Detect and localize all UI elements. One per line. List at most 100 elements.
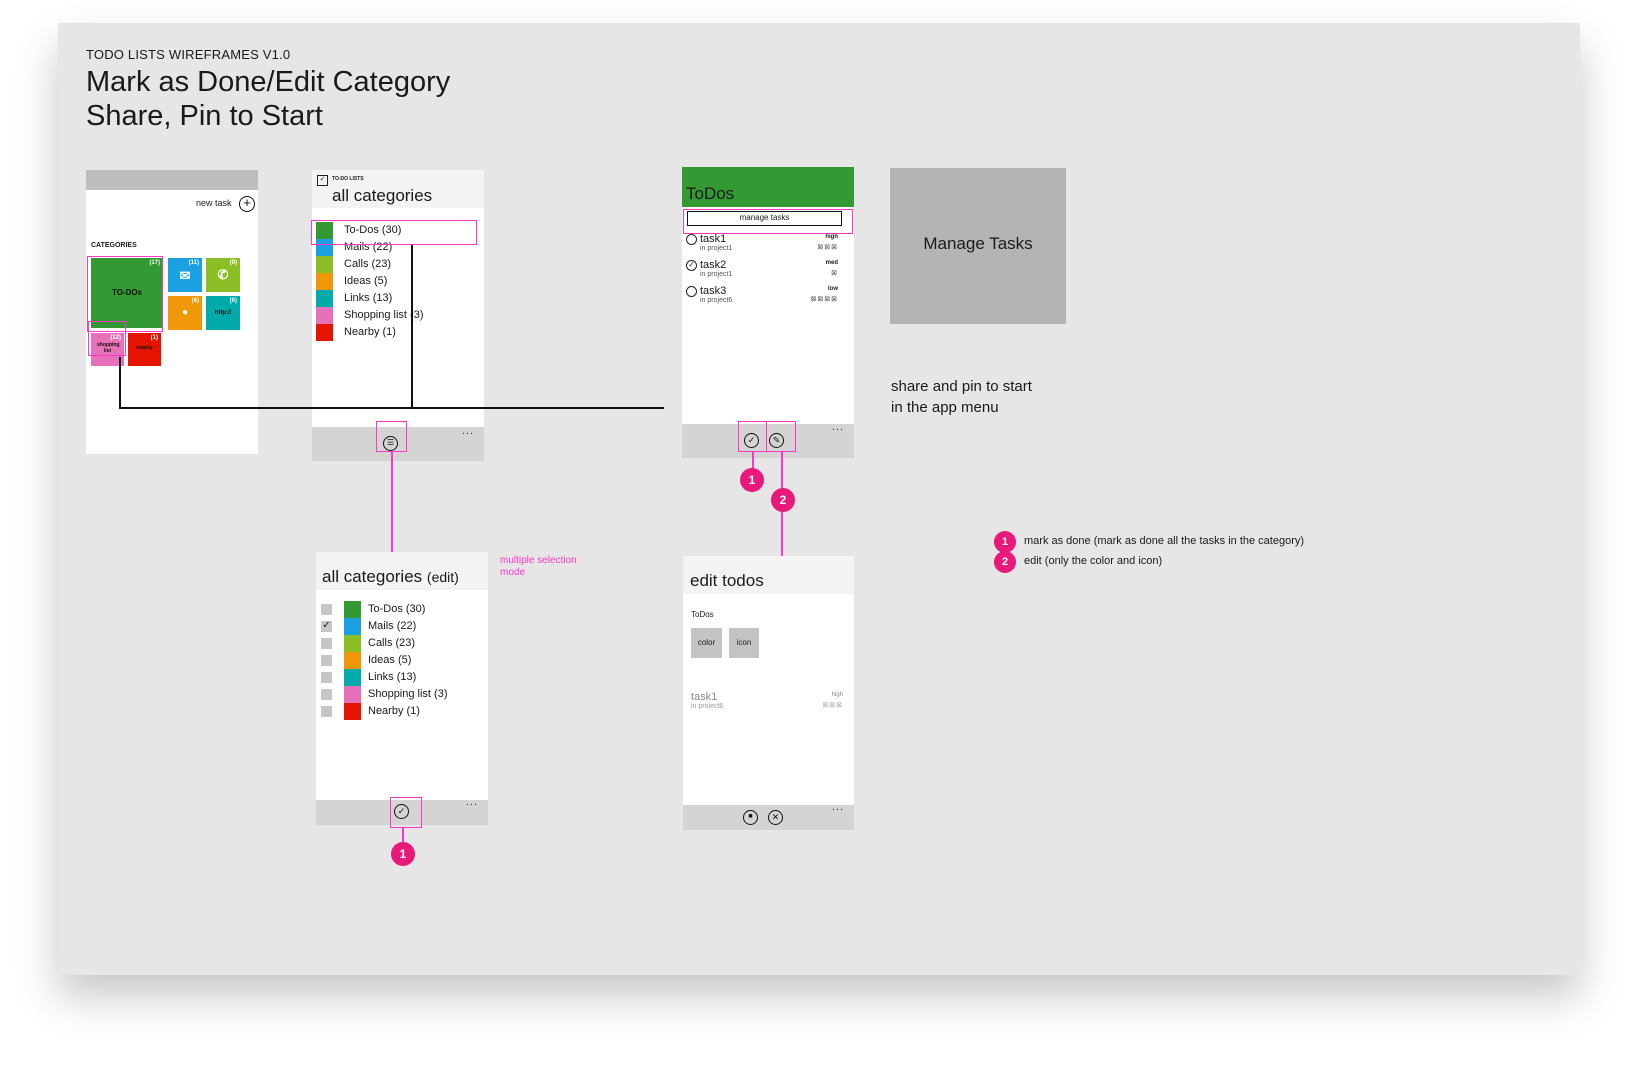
color-swatch [344,669,361,686]
save-icon[interactable]: ■ [743,810,758,825]
list-item[interactable]: Calls (23) [321,635,481,652]
close-icon[interactable]: ✕ [768,810,783,825]
list-item-label: To-Dos (30) [368,603,426,615]
highlight-todos-row [311,220,477,245]
screen-title: edit todos [690,571,764,590]
task-name: task1 [691,691,718,703]
connector-line [119,407,664,409]
tile-label: http:// [214,310,232,316]
list-item[interactable]: Ideas (5) [321,652,481,669]
legend-badge: 1 [994,531,1016,553]
color-button[interactable]: color [691,628,722,658]
edit-todos-screen-phone: edit todos ToDos color icon task1 in pro… [683,556,854,830]
mail-icon: ✉ [179,268,191,283]
tile-count: (1) [150,335,158,341]
task-icons: ⊠ [831,270,838,277]
task-name: task1 [700,233,727,245]
task-row[interactable]: task3 in project6 low ⊠⊠⊠⊠ [686,285,844,311]
task-done-toggle[interactable] [686,234,697,245]
icon-button[interactable]: icon [729,628,759,658]
tile-links[interactable]: (6) http:// [206,296,240,330]
callout-badge-1: 1 [740,468,764,492]
app-label: TO-DO LISTS [332,176,364,182]
checkbox[interactable] [321,672,332,683]
checkbox[interactable] [321,689,332,700]
wireframe-version-label: TODO LISTS WIREFRAMES V1.0 [86,47,291,62]
tile-calls[interactable]: (9) ✆ [206,258,240,292]
highlight-select-button [376,421,407,452]
status-bar [86,170,258,190]
task-project: in project1 [700,271,733,278]
task-priority: low [828,286,838,292]
tile-count: (6) [229,298,237,304]
connector-line [411,245,413,408]
color-swatch [316,273,333,290]
connector-line-pink [402,828,404,843]
task-priority: med [825,260,838,266]
tile-count: (11) [188,260,199,266]
list-item-label: Nearby (1) [368,705,420,717]
multiple-selection-note: multiple selection mode [500,555,577,578]
task-row[interactable]: ✓ task2 in project1 med ⊠ [686,259,844,285]
list-item[interactable]: Shopping list (3) [321,686,481,703]
more-menu-button[interactable]: ... [832,421,844,433]
add-icon[interactable]: + [239,196,255,212]
color-swatch [344,601,361,618]
task-done-toggle[interactable] [686,286,697,297]
more-menu-button[interactable]: ... [466,796,478,808]
checkbox[interactable] [321,655,332,666]
wireframe-board: TODO LISTS WIREFRAMES V1.0 Mark as Done/… [58,23,1580,975]
app-bar: ■ ✕ ... [683,801,854,830]
highlight-check-button [390,797,422,828]
manage-tasks-screen: Manage Tasks [890,168,1066,324]
more-menu-button[interactable]: ... [462,425,474,437]
list-item[interactable]: To-Dos (30) [321,601,481,618]
list-item[interactable]: ✓ Mails (22) [321,618,481,635]
tile-mails[interactable]: (11) ✉ [168,258,202,292]
list-item[interactable]: Nearby (1) [321,703,481,720]
task-row-preview: task1 in project6 high ⊠⊠⊠ [691,691,849,717]
list-item-label: Ideas (5) [344,275,388,287]
checkbox[interactable] [321,604,332,615]
edit-categories-list: To-Dos (30) ✓ Mails (22) Calls (23) Ideas… [321,601,483,731]
task-done-toggle-checked[interactable]: ✓ [686,260,697,271]
more-menu-button[interactable]: ... [832,801,844,813]
connector-line [119,357,121,408]
tile-count: (8) [191,298,199,304]
tile-ideas[interactable]: (8) ● [168,296,202,330]
list-item[interactable]: Links (13) [321,669,481,686]
task-row[interactable]: task1 in project1 high ⊠⊠⊠ [686,233,844,259]
list-item-label: Shopping list (3) [368,688,448,700]
screen-title: all categories (edit) [322,567,459,587]
highlight-shopping-tile [88,321,126,356]
checkbox[interactable] [321,638,332,649]
page-title-line1: Mark as Done/Edit Category [86,66,451,98]
task-name: task3 [700,285,727,297]
edit-categories-screen-phone: all categories (edit) To-Dos (30) ✓ Mails… [316,552,488,825]
list-item-label: Links (13) [344,292,393,304]
legend-text: edit (only the color and icon) [1024,555,1163,567]
share-pin-note: share and pin to start in the app menu [891,376,1032,418]
highlight-edit-button [766,421,796,452]
color-swatch [344,686,361,703]
list-item-label: Mails (22) [368,620,417,632]
screen-title-suffix: (edit) [426,569,459,585]
share-pin-note-line1: share and pin to start [891,378,1032,395]
task-project: in project6 [700,297,733,304]
page-title: Mark as Done/Edit Category Share, Pin to… [86,65,450,133]
tile-nearby[interactable]: (1) nearby [128,333,161,366]
task-project: in project1 [700,245,733,252]
new-task-label[interactable]: new task [196,198,232,208]
page-title-line2: Share, Pin to Start [86,100,323,132]
color-swatch [344,652,361,669]
screen-title-text: all categories [322,567,423,586]
list-item-label: Calls (23) [344,258,392,270]
category-name: ToDos [691,610,714,619]
checkbox[interactable] [321,706,332,717]
legend-text: mark as done (mark as done all the tasks… [1024,535,1305,547]
checkbox-checked[interactable]: ✓ [321,621,332,632]
color-swatch [316,324,333,341]
tile-label: nearby [136,345,153,351]
connector-line-pink [752,452,754,468]
color-swatch [344,635,361,652]
